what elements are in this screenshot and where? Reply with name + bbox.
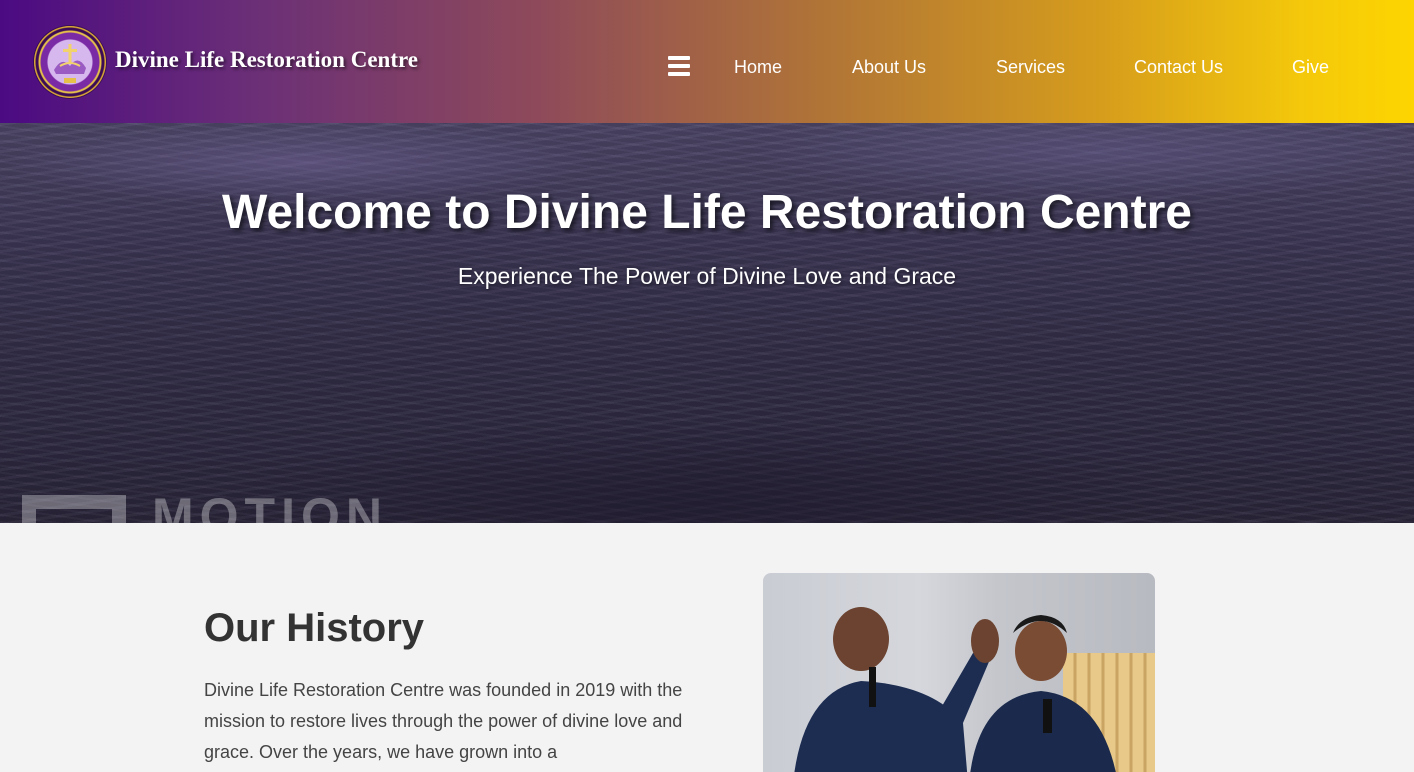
nav-home[interactable]: Home	[734, 57, 782, 78]
nav-services[interactable]: Services	[996, 57, 1065, 78]
history-title: Our History	[204, 606, 425, 650]
history-text: Divine Life Restoration Centre was found…	[204, 680, 683, 762]
hero-banner: Welcome to Divine Life Restoration Centr…	[0, 123, 1414, 523]
hero-subtitle: Experience The Power of Divine Love and …	[457, 263, 957, 289]
watermark-text: MOTION	[152, 488, 388, 523]
hero-title: Welcome to Divine Life Restoration Centr…	[222, 186, 1192, 239]
pastors-photo-image	[794, 607, 1155, 772]
nav-about-us[interactable]: About Us	[852, 57, 926, 78]
church-seal-logo-icon	[48, 40, 92, 84]
video-watermark: MOTION	[22, 491, 388, 523]
pastors-photo	[763, 573, 1155, 772]
site-header: Divine Life Restoration Centre Home Abou…	[0, 0, 1414, 123]
church-logo[interactable]	[34, 26, 106, 98]
brand-name[interactable]: Divine Life Restoration Centre	[115, 47, 418, 73]
watermark-logo-icon	[22, 495, 126, 523]
hamburger-menu-icon[interactable]	[668, 56, 690, 76]
nav-give[interactable]: Give	[1292, 57, 1329, 78]
nav-contact-us[interactable]: Contact Us	[1134, 57, 1223, 78]
